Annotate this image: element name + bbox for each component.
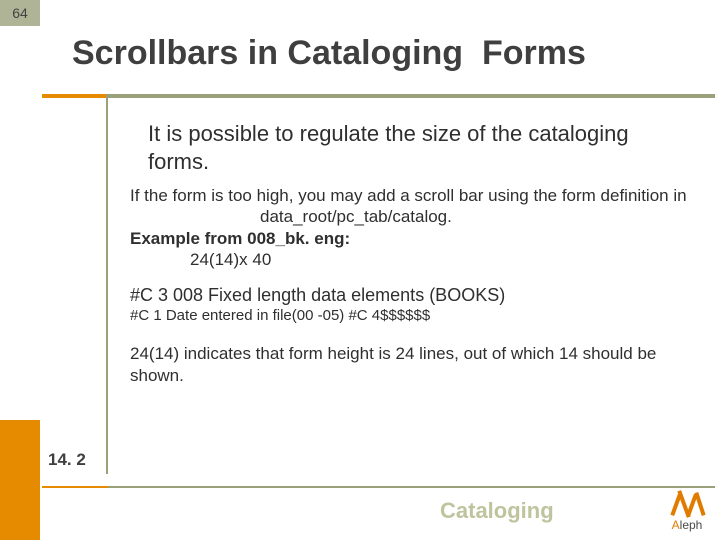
footer-rule	[108, 486, 715, 488]
page-number: 64	[12, 5, 28, 21]
explain-text: 24(14) indicates that form height is 24 …	[130, 343, 690, 386]
body-para-1: If the form is too high, you may add a s…	[130, 185, 690, 206]
aleph-logo-word-a: A	[672, 518, 680, 532]
accent-block	[0, 420, 40, 540]
aleph-logo-word-rest: leph	[680, 518, 703, 532]
slide-body: It is possible to regulate the size of t…	[130, 120, 690, 386]
config-path: data_root/pc_tab/catalog.	[130, 206, 690, 227]
aleph-logo-word: Aleph	[660, 518, 714, 532]
example-label: Example from 008_bk. eng:	[130, 228, 690, 249]
aleph-logo-icon	[660, 490, 714, 520]
code-line-c3: #C 3 008 Fixed length data elements (BOO…	[130, 284, 690, 307]
example-value: 24(14)x 40	[130, 249, 690, 270]
slide: 64 Scrollbars in Cataloging Forms It is …	[0, 0, 720, 540]
slide-title: Scrollbars in Cataloging Forms	[72, 34, 712, 73]
title-rule	[108, 94, 715, 98]
vertical-divider	[106, 94, 108, 474]
aleph-logo: Aleph	[660, 490, 714, 536]
footer-rule-accent	[42, 486, 108, 488]
intro-text: It is possible to regulate the size of t…	[130, 120, 690, 175]
version-number: 14. 2	[48, 450, 86, 470]
footer-label: Cataloging	[440, 498, 554, 524]
title-rule-accent	[42, 94, 108, 98]
code-line-c1: #C 1 Date entered in file(00 -05) #C 4$$…	[130, 307, 690, 326]
page-number-badge: 64	[0, 0, 40, 26]
